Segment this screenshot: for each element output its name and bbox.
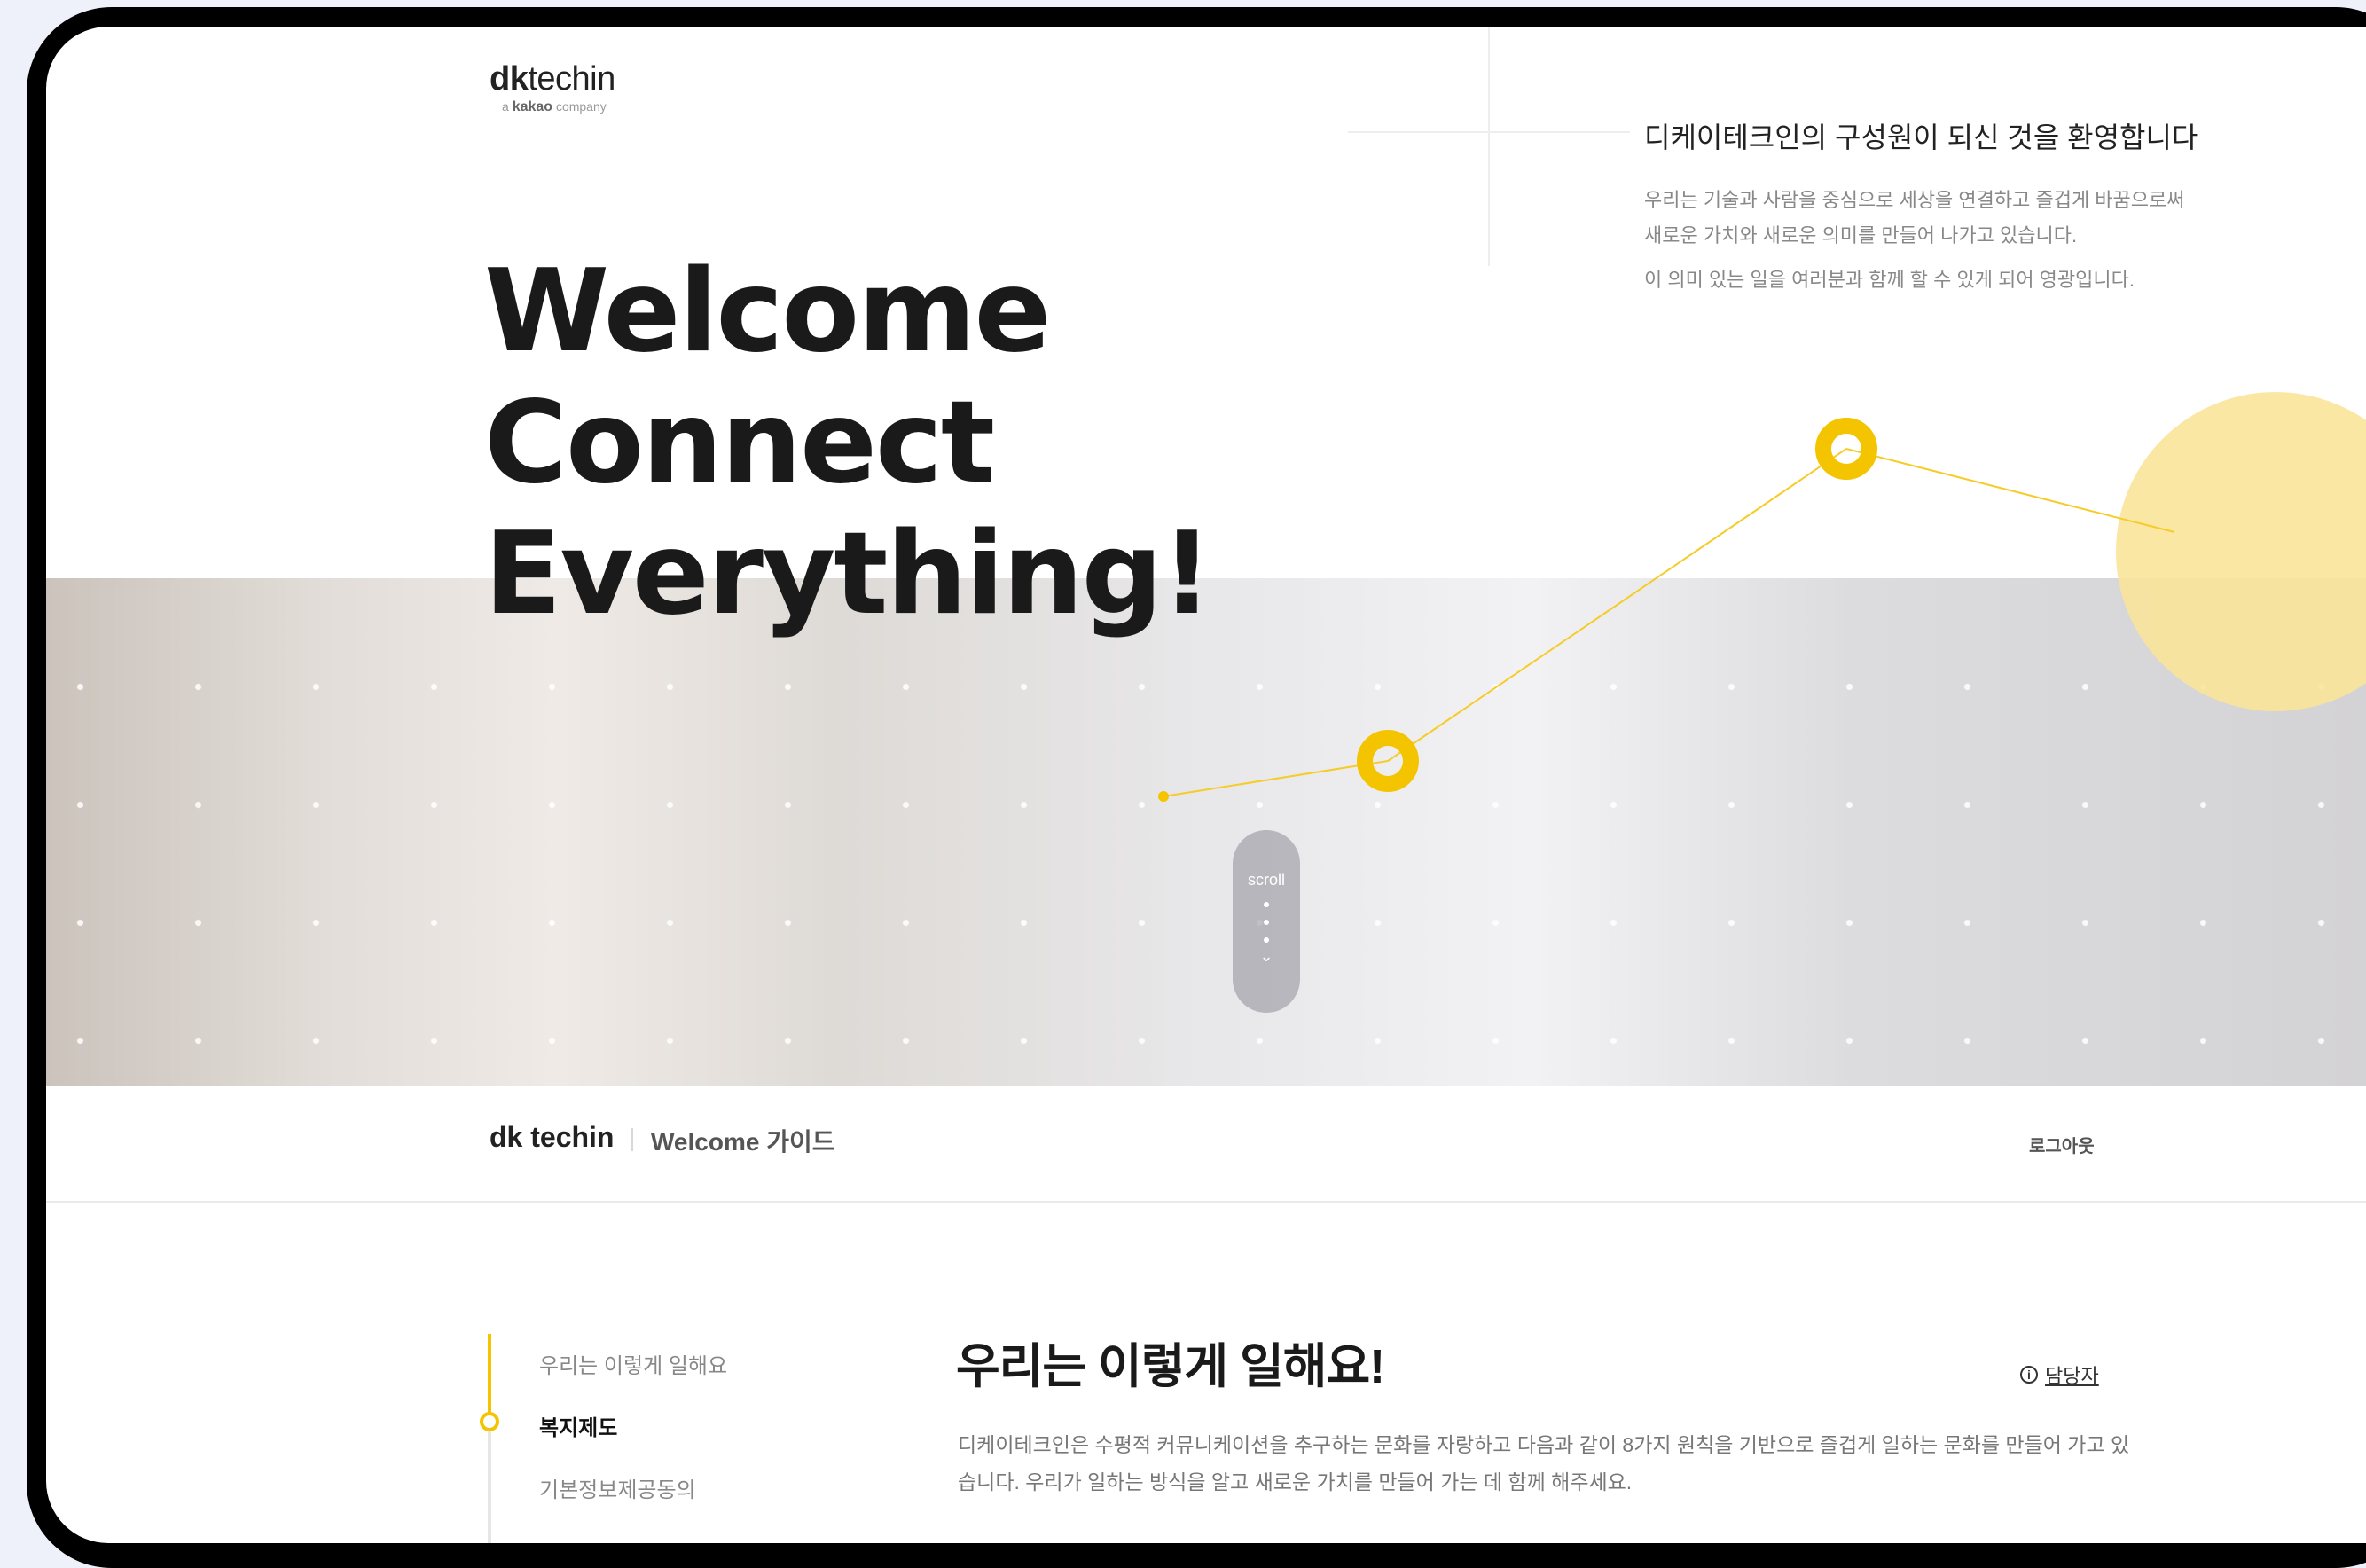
headline-line-2: Connect: [484, 377, 995, 509]
section-description: 디케이테크인은 수평적 커뮤니케이션을 추구하는 문화를 자랑하고 다음과 같이…: [958, 1426, 2146, 1501]
dot-grid-overlay: [46, 578, 2366, 1086]
sidebar-item-work-style[interactable]: 우리는 이렇게 일해요: [539, 1348, 727, 1379]
chevron-down-icon: ⌄: [1259, 947, 1273, 965]
welcome-intro: 디케이테크인의 구성원이 되신 것을 환영합니다 우리는 기술과 사람을 중심으…: [1644, 115, 2247, 298]
hero-laptop-photo: [46, 578, 2366, 1086]
sub-navigation-bar: dk techin Welcome 가이드 로그아웃: [46, 1086, 2366, 1203]
intro-line-1: 우리는 기술과 사람을 중심으로 세상을 연결하고 즐겁게 바꿈으로써: [1644, 189, 2185, 211]
node-ring-top: [1815, 418, 1877, 480]
intro-title: 디케이테크인의 구성원이 되신 것을 환영합니다: [1644, 122, 2198, 153]
headline-line-3: Everything!: [484, 508, 1213, 640]
divider: [631, 1128, 633, 1151]
subnav-brand[interactable]: dk techin: [490, 1121, 614, 1154]
scroll-dot: [1264, 920, 1269, 925]
dktechin-logo[interactable]: dktechin a kakao company: [490, 62, 615, 115]
section-desc-line-2: 습니다. 우리가 일하는 방식을 알고 새로운 가치를 만들어 가는 데 함께 …: [958, 1470, 1633, 1494]
headline-line-1: Welcome: [484, 246, 1051, 378]
scroll-indicator[interactable]: scroll ⌄: [1233, 830, 1300, 1013]
browser-viewport: dktechin a kakao company 디케이테크인의 구성원이 되신…: [46, 27, 2366, 1543]
sidebar-active-marker: [480, 1412, 499, 1431]
scroll-label: scroll: [1247, 871, 1285, 889]
scroll-dot: [1264, 937, 1269, 943]
hero-headline: Welcome Connect Everything!: [484, 246, 1213, 640]
section-desc-line-1: 디케이테크인은 수평적 커뮤니케이션을 추구하는 문화를 자랑하고 다음과 같이…: [958, 1433, 2130, 1456]
sidebar-item-welfare[interactable]: 복지제도: [539, 1410, 617, 1441]
section-title: 우리는 이렇게 일해요!: [956, 1340, 1385, 1393]
sidebar-progress-fill: [488, 1334, 491, 1414]
decor-vertical-line: [1488, 27, 1490, 266]
intro-line-2: 새로운 가치와 새로운 의미를 만들어 나가고 있습니다.: [1644, 224, 2078, 247]
info-icon: i: [2020, 1366, 2038, 1384]
sidebar-item-consent[interactable]: 기본정보제공동의: [539, 1472, 696, 1503]
decor-horizontal-line: [1348, 131, 1630, 133]
manager-label: 담당자: [2045, 1365, 2099, 1387]
scroll-dot: [1264, 902, 1269, 907]
intro-line-3: 이 의미 있는 일을 여러분과 함께 할 수 있게 되어 영광입니다.: [1644, 269, 2135, 291]
logout-button[interactable]: 로그아웃: [2029, 1132, 2095, 1157]
subnav-guide-title: Welcome 가이드: [651, 1128, 835, 1156]
manager-link[interactable]: i 담당자: [2020, 1360, 2099, 1389]
